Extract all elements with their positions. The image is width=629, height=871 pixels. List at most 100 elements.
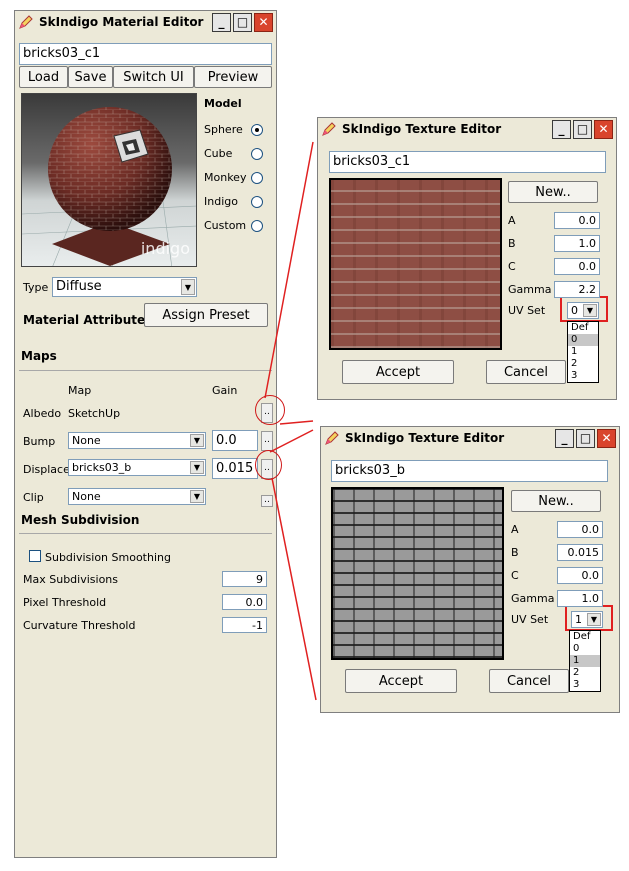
clip-label: Clip	[23, 491, 44, 504]
displace-map-value: bricks03_b	[72, 461, 132, 474]
bump-gain-input[interactable]: 0.0	[212, 430, 258, 451]
chevron-down-icon[interactable]: ▼	[190, 490, 204, 503]
pixel-threshold-label: Pixel Threshold	[23, 596, 107, 609]
curvature-threshold-input[interactable]: -1	[222, 617, 267, 633]
texture-1-uv-select[interactable]: 0 ▼	[567, 302, 599, 319]
texture-1-accept-button[interactable]: Accept	[342, 360, 454, 384]
chevron-down-icon[interactable]: ▼	[190, 434, 204, 447]
close-button[interactable]: ✕	[254, 12, 273, 32]
save-button[interactable]: Save	[68, 66, 113, 88]
texture-2-preview	[331, 487, 504, 660]
uv-option[interactable]: Def	[568, 322, 598, 334]
displace-label: Displace	[23, 463, 70, 476]
texture-2-cancel-button[interactable]: Cancel	[489, 669, 569, 693]
chevron-down-icon[interactable]: ▼	[181, 279, 195, 295]
texture-editor-2-titlebar[interactable]: SkIndigo Texture Editor _ □ ✕	[321, 427, 619, 449]
texture-1-new-button[interactable]: New..	[508, 181, 598, 203]
type-select[interactable]: Diffuse ▼	[52, 277, 197, 297]
texture-1-uv-dropdown-list[interactable]: Def 0 1 2 3	[567, 321, 599, 383]
curvature-threshold-label: Curvature Threshold	[23, 619, 136, 632]
minimize-button[interactable]: _	[552, 119, 571, 139]
texture-2-field-c-label: C	[511, 569, 519, 582]
texture-2-field-gamma-label: Gamma	[511, 592, 555, 605]
model-option-indigo-radio[interactable]	[251, 196, 263, 208]
texture-2-uv-dropdown-list[interactable]: Def 0 1 2 3	[569, 630, 601, 692]
texture-1-name-input[interactable]: bricks03_c1	[329, 151, 606, 173]
model-option-sphere-radio[interactable]	[251, 124, 263, 136]
model-option-custom-radio[interactable]	[251, 220, 263, 232]
texture-editor-2-window: SkIndigo Texture Editor _ □ ✕ bricks03_b…	[320, 426, 620, 713]
uv-option[interactable]: 1	[570, 655, 600, 667]
texture-1-uv-label: UV Set	[508, 304, 546, 317]
texture-editor-1-window: SkIndigo Texture Editor _ □ ✕ bricks03_c…	[317, 117, 617, 400]
texture-2-accept-button[interactable]: Accept	[345, 669, 457, 693]
uv-option[interactable]: 3	[568, 370, 598, 382]
texture-1-field-b-input[interactable]: 1.0	[554, 235, 600, 252]
uv-option[interactable]: 2	[570, 667, 600, 679]
annotation-circle-albedo	[255, 395, 285, 425]
subdivision-smoothing-label: Subdivision Smoothing	[45, 551, 171, 564]
bump-map-value: None	[72, 434, 101, 447]
texture-2-uv-label: UV Set	[511, 613, 549, 626]
map-column-header: Map	[68, 384, 92, 397]
model-option-monkey-radio[interactable]	[251, 172, 263, 184]
type-label: Type	[23, 281, 49, 294]
model-option-cube-radio[interactable]	[251, 148, 263, 160]
uv-option[interactable]: Def	[570, 631, 600, 643]
texture-1-field-a-input[interactable]: 0.0	[554, 212, 600, 229]
texture-1-uv-value: 0	[571, 304, 578, 317]
clip-texture-button[interactable]: ..	[261, 495, 273, 507]
texture-1-field-gamma-input[interactable]: 2.2	[554, 281, 600, 298]
close-button[interactable]: ✕	[594, 119, 613, 139]
chevron-down-icon[interactable]: ▼	[587, 613, 601, 626]
model-heading: Model	[204, 97, 242, 110]
maximize-button[interactable]: □	[573, 119, 592, 139]
switch-ui-button[interactable]: Switch UI	[113, 66, 194, 88]
maximize-button[interactable]: □	[233, 12, 252, 32]
texture-editor-1-title: SkIndigo Texture Editor	[342, 122, 502, 136]
displace-gain-input[interactable]: 0.015	[212, 458, 258, 479]
pixel-threshold-input[interactable]: 0.0	[222, 594, 267, 610]
texture-editor-1-titlebar[interactable]: SkIndigo Texture Editor _ □ ✕	[318, 118, 616, 140]
texture-1-cancel-button[interactable]: Cancel	[486, 360, 566, 384]
assign-preset-button[interactable]: Assign Preset	[144, 303, 268, 327]
albedo-map-value: SketchUp	[68, 407, 121, 420]
bump-texture-button[interactable]: ..	[261, 431, 273, 451]
texture-2-field-c-input[interactable]: 0.0	[557, 567, 603, 584]
texture-2-field-gamma-input[interactable]: 1.0	[557, 590, 603, 607]
mesh-divider	[19, 533, 272, 534]
subdivision-smoothing-checkbox[interactable]	[29, 550, 41, 562]
texture-2-new-button[interactable]: New..	[511, 490, 601, 512]
chevron-down-icon[interactable]: ▼	[190, 461, 204, 474]
material-editor-titlebar[interactable]: SkIndigo Material Editor _ □ ✕	[15, 11, 276, 33]
uv-option[interactable]: 2	[568, 358, 598, 370]
texture-2-field-b-input[interactable]: 0.015	[557, 544, 603, 561]
displace-map-select[interactable]: bricks03_b ▼	[68, 459, 206, 476]
bump-map-select[interactable]: None ▼	[68, 432, 206, 449]
uv-option[interactable]: 3	[570, 679, 600, 691]
clip-map-select[interactable]: None ▼	[68, 488, 206, 505]
minimize-button[interactable]: _	[555, 428, 574, 448]
close-button[interactable]: ✕	[597, 428, 616, 448]
texture-1-field-gamma-label: Gamma	[508, 283, 552, 296]
max-subdivisions-input[interactable]: 9	[222, 571, 267, 587]
texture-2-field-a-label: A	[511, 523, 519, 536]
texture-1-field-c-input[interactable]: 0.0	[554, 258, 600, 275]
uv-option[interactable]: 0	[570, 643, 600, 655]
material-name-input[interactable]: bricks03_c1	[19, 43, 272, 65]
maximize-button[interactable]: □	[576, 428, 595, 448]
load-button[interactable]: Load	[19, 66, 68, 88]
chevron-down-icon[interactable]: ▼	[583, 304, 597, 317]
texture-2-name-input[interactable]: bricks03_b	[331, 460, 608, 482]
model-option-cube-label: Cube	[204, 147, 233, 160]
texture-2-field-a-input[interactable]: 0.0	[557, 521, 603, 538]
uv-option[interactable]: 1	[568, 346, 598, 358]
minimize-button[interactable]: _	[212, 12, 231, 32]
material-editor-window: SkIndigo Material Editor _ □ ✕ bricks03_…	[14, 10, 277, 858]
preview-button[interactable]: Preview	[194, 66, 272, 88]
uv-option[interactable]: 0	[568, 334, 598, 346]
model-option-indigo-label: Indigo	[204, 195, 238, 208]
texture-2-uv-select[interactable]: 1 ▼	[571, 611, 603, 628]
type-select-value: Diffuse	[56, 279, 102, 294]
texture-1-field-a-label: A	[508, 214, 516, 227]
